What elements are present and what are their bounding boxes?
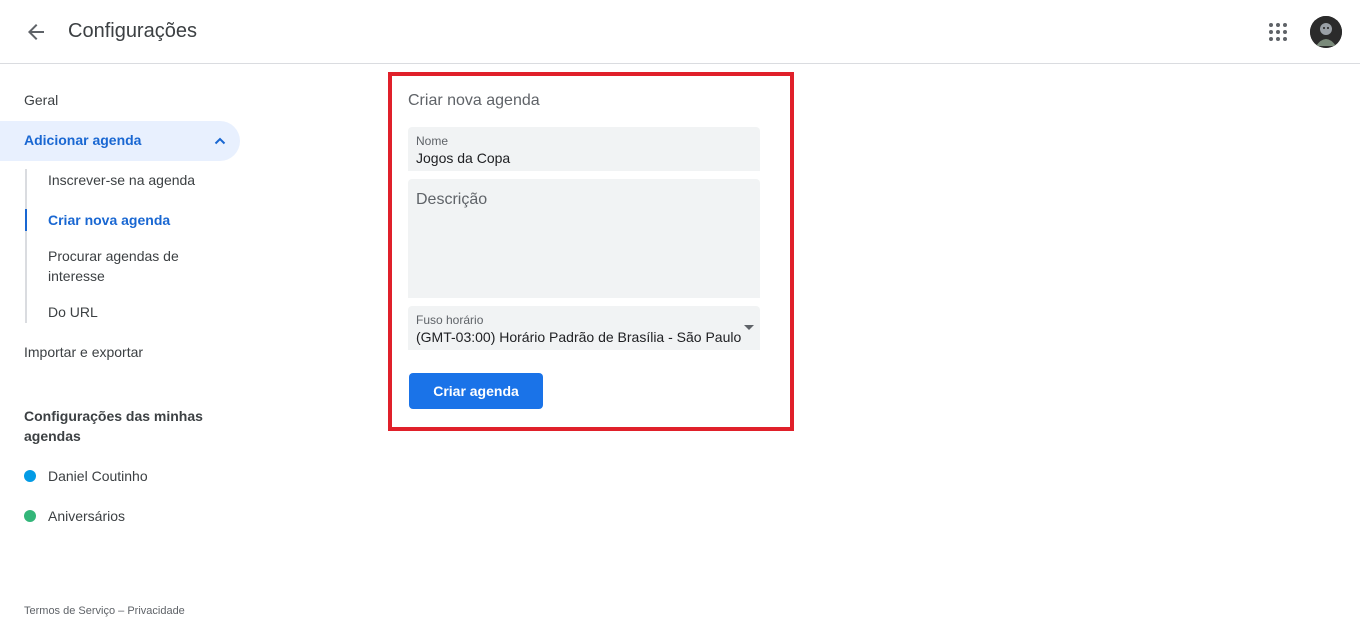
name-field-label: Nome — [416, 134, 449, 148]
page-title: Configurações — [68, 20, 197, 42]
calendar-item[interactable]: Aniversários — [24, 508, 125, 524]
dropdown-arrow-icon — [744, 325, 754, 330]
description-field[interactable]: Descrição — [408, 179, 760, 298]
footer-links: Termos de Serviço – Privacidade — [24, 605, 185, 617]
sidebar-item-browse-calendars[interactable]: Procurar agendas de interesse — [48, 246, 198, 286]
apps-grid-icon — [1269, 23, 1287, 41]
submenu-divider — [25, 169, 27, 323]
chevron-up-icon — [214, 137, 226, 145]
create-calendar-button[interactable]: Criar agenda — [409, 373, 543, 409]
calendar-item[interactable]: Daniel Coutinho — [24, 468, 148, 484]
calendar-color-dot — [24, 510, 36, 522]
sidebar-item-general[interactable]: Geral — [24, 92, 58, 108]
timezone-value: (GMT-03:00) Horário Padrão de Brasília -… — [416, 329, 742, 345]
privacy-link[interactable]: Privacidade — [127, 605, 184, 617]
description-placeholder: Descrição — [416, 191, 488, 208]
calendar-color-dot — [24, 470, 36, 482]
submenu-active-indicator — [25, 209, 27, 231]
sidebar-item-import-export[interactable]: Importar e exportar — [24, 344, 143, 360]
name-field[interactable]: Nome Jogos da Copa — [408, 127, 760, 171]
calendar-name: Daniel Coutinho — [48, 468, 148, 484]
my-calendars-section-title: Configurações das minhas agendas — [24, 408, 203, 444]
apps-button[interactable] — [1258, 12, 1298, 52]
sidebar-item-add-calendar[interactable]: Adicionar agenda — [0, 121, 240, 161]
footer-separator: – — [115, 605, 128, 617]
avatar[interactable] — [1310, 16, 1342, 48]
sidebar: Geral Adicionar agenda Inscrever-se na a… — [0, 65, 256, 627]
timezone-label: Fuso horário — [416, 313, 484, 327]
timezone-select[interactable]: Fuso horário (GMT-03:00) Horário Padrão … — [408, 306, 760, 350]
sidebar-item-label: Adicionar agenda — [24, 132, 142, 148]
top-bar: Configurações — [0, 0, 1360, 64]
sidebar-item-from-url[interactable]: Do URL — [48, 302, 98, 322]
arrow-left-icon — [28, 24, 44, 40]
form-title: Criar nova agenda — [408, 92, 540, 109]
sidebar-item-subscribe[interactable]: Inscrever-se na agenda — [48, 170, 195, 190]
name-field-value[interactable]: Jogos da Copa — [416, 150, 510, 166]
terms-link[interactable]: Termos de Serviço — [24, 605, 115, 617]
calendar-name: Aniversários — [48, 508, 126, 524]
avatar-image — [1310, 16, 1342, 48]
back-button[interactable] — [16, 12, 56, 52]
sidebar-item-create-calendar[interactable]: Criar nova agenda — [48, 210, 170, 230]
